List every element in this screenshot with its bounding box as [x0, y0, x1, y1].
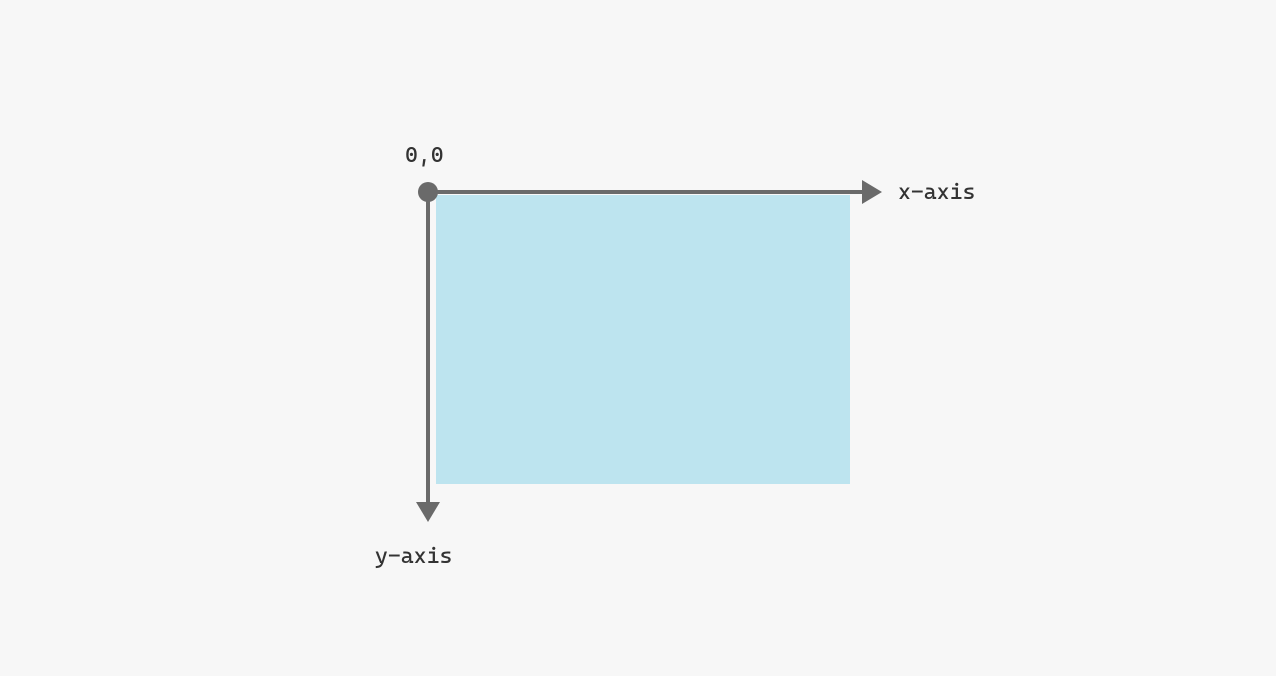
y-axis-line: [426, 192, 430, 507]
x-axis-line: [428, 190, 868, 194]
x-axis-label: x-axis: [898, 180, 975, 205]
coordinate-diagram: 0,0 x-axis y-axis: [0, 0, 1276, 676]
viewport-rectangle: [436, 195, 850, 484]
y-axis-label: y-axis: [375, 544, 452, 569]
origin-dot-icon: [418, 182, 438, 202]
x-axis-arrowhead-icon: [862, 180, 882, 204]
origin-label: 0,0: [405, 143, 444, 168]
y-axis-arrowhead-icon: [416, 502, 440, 522]
